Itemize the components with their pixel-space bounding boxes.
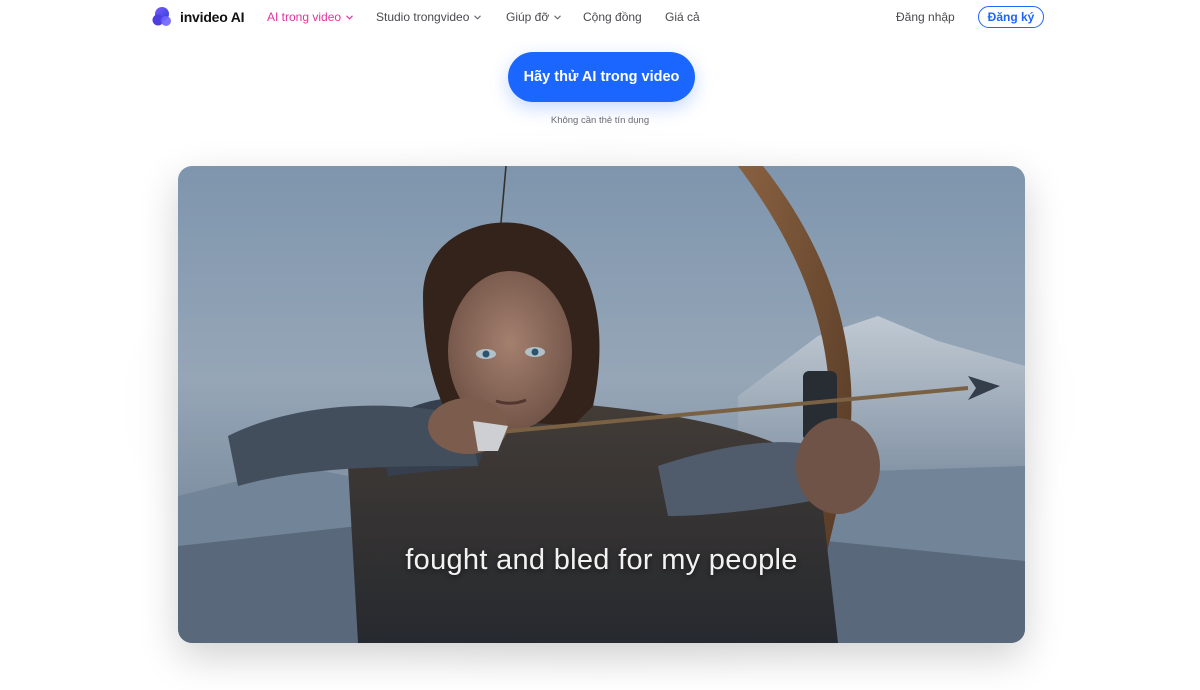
nav-item-community[interactable]: Cộng đồng — [583, 10, 642, 24]
hero-video-player[interactable]: fought and bled for my people — [178, 166, 1025, 643]
nav-item-pricing[interactable]: Giá cả — [665, 10, 700, 24]
nav-item-label: Giúp đỡ — [506, 10, 550, 24]
chevron-down-icon — [346, 14, 353, 20]
top-navbar: invideo AI AI trong video Studio trongvi… — [0, 0, 1200, 34]
nav-item-help[interactable]: Giúp đỡ — [506, 10, 562, 24]
nav-item-label: Cộng đồng — [583, 10, 642, 24]
try-ai-video-button[interactable]: Hãy thử AI trong video — [508, 52, 695, 102]
chevron-down-icon — [474, 14, 482, 20]
chevron-down-icon — [554, 14, 562, 20]
invideo-logo-icon — [152, 7, 171, 26]
nav-item-ai-in-video[interactable]: AI trong video — [267, 10, 353, 24]
login-link[interactable]: Đăng nhập — [896, 10, 955, 24]
brand-name: invideo AI — [180, 9, 245, 25]
video-caption: fought and bled for my people — [405, 544, 798, 576]
nav-item-label: AI trong video — [267, 10, 342, 24]
signup-button[interactable]: Đăng ký — [978, 6, 1044, 28]
brand-logo[interactable]: invideo AI — [151, 4, 245, 30]
nav-item-studio[interactable]: Studio trongvideo — [376, 10, 482, 24]
nav-item-label: Studio trongvideo — [376, 10, 470, 24]
nav-item-label: Giá cả — [665, 10, 700, 24]
